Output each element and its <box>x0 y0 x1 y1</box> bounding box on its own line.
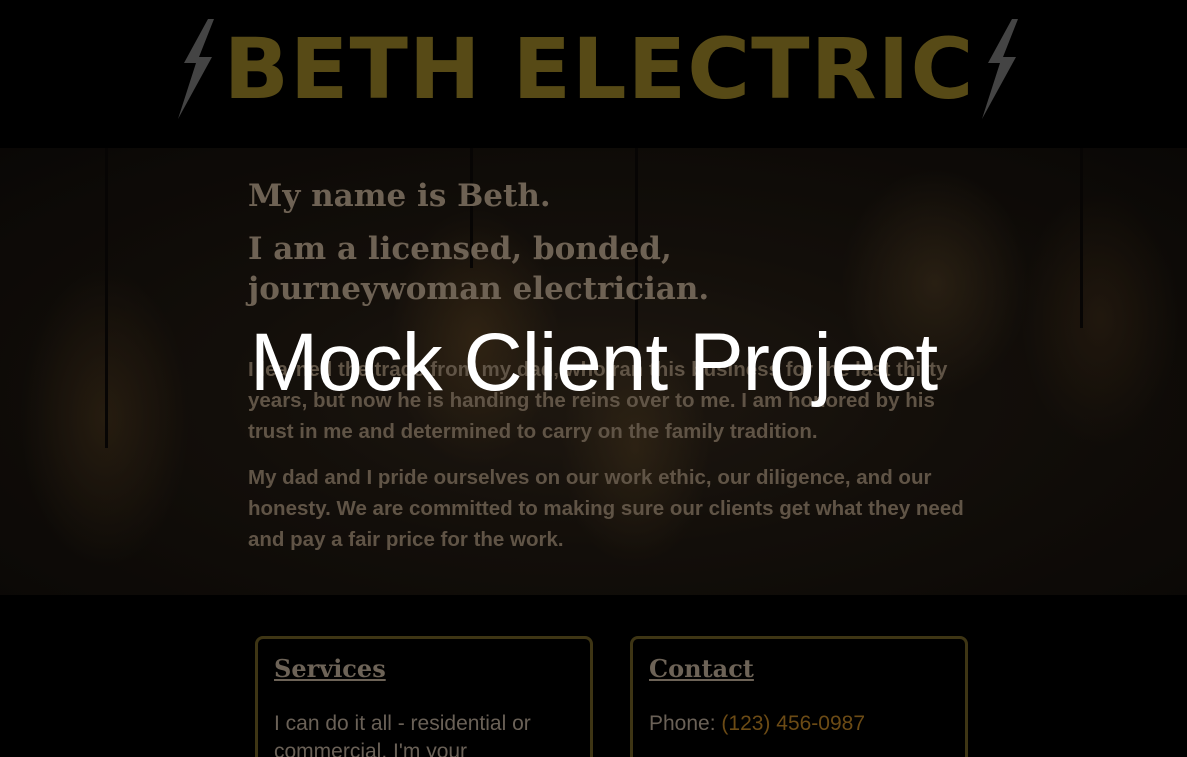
contact-phone-line: Phone: (123) 456-0987 <box>649 710 949 738</box>
phone-label: Phone: <box>649 711 716 735</box>
services-title: Services <box>274 654 386 683</box>
services-card: Services I can do it all - residential o… <box>255 636 593 757</box>
project-overlay-title: Mock Client Project <box>249 317 938 408</box>
site-header: BETH ELECTRIC <box>0 0 1187 148</box>
brand-name: BETH ELECTRIC <box>223 20 975 118</box>
hero-paragraph: My dad and I pride ourselves on our work… <box>248 465 964 551</box>
services-text: I can do it all - residential or commerc… <box>274 711 531 757</box>
contact-card: Contact Phone: (123) 456-0987 <box>630 636 968 757</box>
phone-link[interactable]: (123) 456-0987 <box>721 712 865 735</box>
contact-title: Contact <box>649 654 754 683</box>
hero-name-heading: My name is Beth. <box>248 178 551 214</box>
hero-title-heading: I am a licensed, bonded, journeywoman el… <box>248 231 710 308</box>
brand-logo[interactable]: BETH ELECTRIC <box>178 18 1020 120</box>
